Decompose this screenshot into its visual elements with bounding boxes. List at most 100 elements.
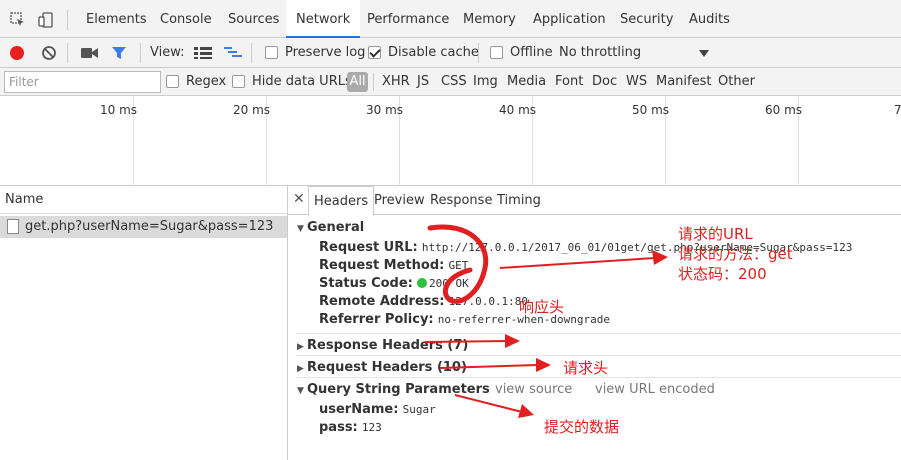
status-code-label: Status Code: xyxy=(319,276,413,291)
view-url-encoded-link[interactable]: view URL encoded xyxy=(595,382,715,397)
name-column-header[interactable]: Name xyxy=(0,186,287,214)
throttling-select[interactable]: No throttling xyxy=(559,38,641,68)
tab-performance[interactable]: Performance xyxy=(367,0,449,38)
general-title: General xyxy=(307,220,365,235)
remote-address-label: Remote Address: xyxy=(319,294,445,309)
tick-label: 20 ms xyxy=(233,103,271,117)
referrer-policy-label: Referrer Policy: xyxy=(319,312,434,327)
disable-cache-checkbox[interactable] xyxy=(368,46,381,59)
toolbar-separator xyxy=(251,43,252,63)
tab-audits[interactable]: Audits xyxy=(689,0,730,38)
filter-type-img[interactable]: Img xyxy=(473,68,498,96)
collapsed-triangle-icon: ▶ xyxy=(297,342,304,352)
tab-headers[interactable]: Headers xyxy=(308,186,375,216)
chevron-down-icon[interactable] xyxy=(699,50,709,57)
device-toolbar-icon[interactable] xyxy=(38,12,54,28)
query-param-key: pass: xyxy=(319,420,358,435)
request-headers-section-header[interactable]: ▶ Request Headers (10) xyxy=(297,360,467,375)
toolbar-separator xyxy=(140,43,141,63)
tab-network[interactable]: Network xyxy=(286,0,361,38)
capture-screenshots-icon[interactable] xyxy=(81,47,98,62)
tick-label: 50 ms xyxy=(632,103,670,117)
status-code-value: 200 OK xyxy=(429,277,469,290)
filter-all-button[interactable]: All xyxy=(347,72,368,92)
inspect-element-icon[interactable] xyxy=(10,12,26,28)
filter-type-manifest[interactable]: Manifest xyxy=(656,68,711,96)
hide-data-urls-label: Hide data URLs xyxy=(252,74,352,89)
referrer-policy-row: Referrer Policy: no-referrer-when-downgr… xyxy=(319,312,610,327)
filter-input[interactable] xyxy=(4,71,161,93)
offline-label: Offline xyxy=(510,45,553,60)
overview-waterfall-icon[interactable] xyxy=(224,47,242,62)
request-method-label: Request Method: xyxy=(319,258,445,273)
query-param-row: pass: 123 xyxy=(319,420,382,435)
tab-console[interactable]: Console xyxy=(160,0,212,38)
filter-type-doc[interactable]: Doc xyxy=(592,68,617,96)
tab-security[interactable]: Security xyxy=(620,0,673,38)
tick-label: 60 ms xyxy=(765,103,803,117)
annotation-request-method: 请求的方法：get xyxy=(678,245,793,263)
regex-label: Regex xyxy=(186,74,227,89)
record-icon[interactable] xyxy=(10,46,24,60)
filter-type-other[interactable]: Other xyxy=(718,68,755,96)
preserve-log-label: Preserve log xyxy=(285,45,366,60)
request-name: get.php?userName=Sugar&pass=123 xyxy=(25,219,274,234)
tick-label: 7 xyxy=(894,103,901,117)
request-method-row: Request Method: GET xyxy=(319,258,468,273)
hide-data-urls-checkbox[interactable] xyxy=(232,75,245,88)
tab-sources[interactable]: Sources xyxy=(228,0,279,38)
section-divider xyxy=(296,333,901,334)
query-param-value: Sugar xyxy=(402,403,436,416)
query-param-value: 123 xyxy=(361,421,382,434)
tab-memory[interactable]: Memory xyxy=(463,0,516,38)
filter-type-js[interactable]: JS xyxy=(417,68,429,96)
filter-type-font[interactable]: Font xyxy=(555,68,583,96)
request-list: Name get.php?userName=Sugar&pass=123 xyxy=(0,186,288,460)
request-method-value: GET xyxy=(448,259,469,272)
tick-label: 40 ms xyxy=(499,103,537,117)
collapsed-triangle-icon: ▶ xyxy=(297,364,304,374)
tab-application[interactable]: Application xyxy=(533,0,606,38)
file-icon xyxy=(7,219,19,234)
general-section-header[interactable]: ▼ General xyxy=(297,220,364,235)
filter-icon[interactable] xyxy=(111,45,127,64)
response-headers-title: Response Headers (7) xyxy=(307,338,469,353)
filter-type-media[interactable]: Media xyxy=(507,68,546,96)
query-string-title: Query String Parameters xyxy=(307,382,490,397)
query-param-row: userName: Sugar xyxy=(319,402,436,417)
regex-checkbox[interactable] xyxy=(166,75,179,88)
annotation-submitted-data: 提交的数据 xyxy=(544,418,620,436)
request-headers-title: Request Headers (10) xyxy=(307,360,467,375)
preserve-log-checkbox[interactable] xyxy=(265,46,278,59)
view-source-link[interactable]: view source xyxy=(495,382,572,397)
table-row[interactable]: get.php?userName=Sugar&pass=123 xyxy=(0,216,287,238)
devtools-tab-bar: Elements Console Sources Network Perform… xyxy=(0,0,901,38)
annotation-request-headers: 请求头 xyxy=(563,359,609,377)
large-request-rows-icon[interactable] xyxy=(194,47,212,62)
offline-checkbox[interactable] xyxy=(490,46,503,59)
close-icon[interactable]: ✕ xyxy=(293,191,305,207)
view-label: View: xyxy=(150,45,185,60)
remote-address-row: Remote Address: 127.0.0.1:80 xyxy=(319,294,528,309)
status-ok-icon xyxy=(417,278,428,288)
section-divider xyxy=(296,355,901,356)
query-string-section-header[interactable]: ▼ Query String Parameters xyxy=(297,382,490,397)
filter-type-xhr[interactable]: XHR xyxy=(382,68,410,96)
filter-type-ws[interactable]: WS xyxy=(626,68,647,96)
filter-separator xyxy=(373,73,374,91)
tab-elements[interactable]: Elements xyxy=(86,0,147,38)
expanded-triangle-icon: ▼ xyxy=(297,224,304,234)
filter-type-css[interactable]: CSS xyxy=(441,68,467,96)
tab-timing[interactable]: Timing xyxy=(497,186,541,215)
filter-bar: Regex Hide data URLs All XHR JS CSS Img … xyxy=(0,68,901,96)
clear-icon[interactable] xyxy=(41,45,57,64)
annotation-request-url: 请求的URL xyxy=(678,225,753,243)
expanded-triangle-icon: ▼ xyxy=(297,386,304,396)
tick-label: 10 ms xyxy=(100,103,138,117)
response-headers-section-header[interactable]: ▶ Response Headers (7) xyxy=(297,338,468,353)
tab-preview[interactable]: Preview xyxy=(374,186,425,215)
timeline-overview[interactable]: 10 ms 20 ms 30 ms 40 ms 50 ms 60 ms 7 xyxy=(0,96,901,186)
query-param-key: userName: xyxy=(319,402,399,417)
remote-address-value: 127.0.0.1:80 xyxy=(448,295,529,308)
tab-response[interactable]: Response xyxy=(430,186,492,215)
